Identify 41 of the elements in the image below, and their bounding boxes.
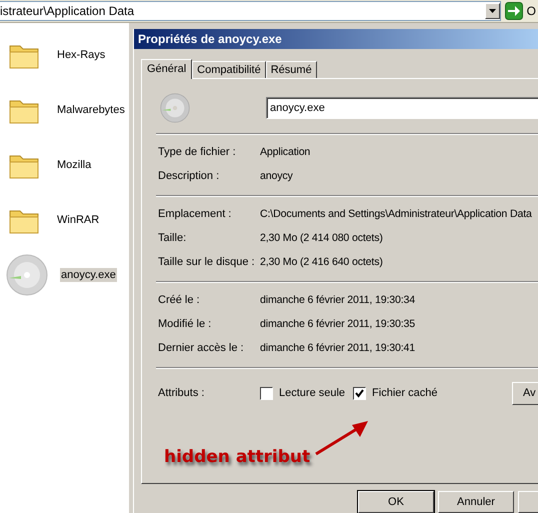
property-value: 2,30 Mo (2 416 640 octets) <box>260 256 383 268</box>
property-value: dimanche 6 février 2011, 19:30:41 <box>260 342 416 354</box>
file-name[interactable]: Hex-Rays <box>56 48 106 62</box>
dialog-button[interactable]: OK <box>358 491 434 513</box>
property-value: dimanche 6 février 2011, 19:30:35 <box>260 318 416 330</box>
tab[interactable]: Général <box>141 58 192 79</box>
file-name[interactable]: WinRAR <box>56 212 100 226</box>
annotation-text: hidden attribut <box>164 446 310 467</box>
property-value: dimanche 6 février 2011, 19:30:34 <box>260 294 416 306</box>
property-value: Application <box>260 146 310 158</box>
window-title: Propriétés de anoycy.exe <box>138 32 282 46</box>
tab[interactable]: Compatibilité <box>192 60 266 78</box>
disc-icon <box>160 92 190 123</box>
property-label: Taille sur le disque : <box>158 256 256 268</box>
property-value: C:\Documents and Settings\Administrateur\Application Data <box>260 208 532 220</box>
checkbox[interactable] <box>353 386 366 400</box>
property-value: anoycy <box>260 170 293 182</box>
tab[interactable]: Résumé <box>266 60 317 78</box>
checkbox-label[interactable]: Fichier caché <box>372 387 438 400</box>
property-value: 2,30 Mo (2 414 080 octets) <box>260 232 383 244</box>
attributes-label: Attributs : <box>158 387 206 400</box>
address-field[interactable]: istrateur\Application Data <box>0 1 501 21</box>
checkbox-label[interactable]: Lecture seule <box>279 387 346 400</box>
property-label: Dernier accès le : <box>158 342 245 354</box>
file-name[interactable]: Malwarebytes <box>56 102 126 116</box>
annotation-arrow <box>314 418 370 457</box>
property-label: Description : <box>158 170 220 182</box>
dropdown-button[interactable] <box>484 3 500 19</box>
file-name[interactable]: Mozilla <box>56 158 92 172</box>
checkbox[interactable] <box>260 386 273 400</box>
go-label[interactable]: O <box>526 4 538 18</box>
property-label: Créé le : <box>158 294 201 306</box>
advanced-button[interactable]: Av <box>512 382 538 405</box>
file-name[interactable]: anoycy.exe <box>60 268 117 282</box>
property-label: Taille: <box>158 232 188 244</box>
dialog-button[interactable]: Annuler <box>438 491 514 513</box>
property-label: Emplacement : <box>158 208 232 220</box>
property-label: Modifié le : <box>158 318 212 330</box>
property-label: Type de fichier : <box>158 146 237 158</box>
caret-icon <box>488 9 496 13</box>
file-name-field[interactable]: anoycy.exe <box>266 96 538 119</box>
